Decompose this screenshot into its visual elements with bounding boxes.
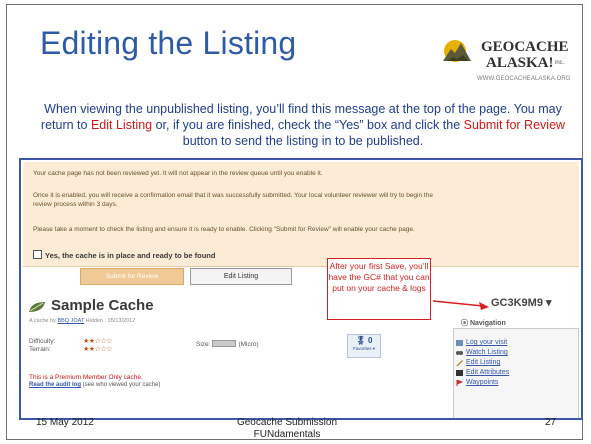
size-row: Size: (Micro): [196, 340, 259, 348]
cache-byline: A cache by BBQ JOAT Hidden : 05/13/2012: [29, 318, 135, 324]
pencil-icon: [456, 360, 463, 366]
footer-center: Geocache Submission FUNdamentals: [217, 417, 357, 441]
size-label: Size:: [196, 341, 211, 348]
intro-part: or, if you are finished, check the “Yes”…: [152, 118, 464, 132]
edit-listing-button[interactable]: Edit Listing: [190, 268, 292, 285]
gc-callout: After your first Save, you’ll have the G…: [327, 258, 431, 320]
unpublished-notice: Your cache page has not been reviewed ye…: [23, 162, 579, 267]
byline-prefix: A cache by: [29, 318, 58, 324]
footer-center-line1: Geocache Submission: [236, 417, 338, 428]
terrain-stars: ★★☆☆☆: [83, 346, 112, 353]
gc-code[interactable]: GC3K9M9 ▾: [491, 296, 552, 309]
notice-line: Your cache page has not been reviewed ye…: [33, 170, 323, 177]
favorites-label: Favorites ▾: [352, 346, 375, 351]
compass-icon: ⓐ: [461, 320, 468, 327]
notice-line: Please take a moment to check the listin…: [33, 226, 415, 233]
nav-edit-listing[interactable]: Edit Listing: [466, 359, 500, 366]
submit-for-review-button[interactable]: Submit for Review: [80, 268, 184, 285]
intro-part: button to send the listing in to be publ…: [182, 134, 424, 148]
nav-waypoints[interactable]: Waypoints: [466, 379, 498, 386]
size-value: (Micro): [238, 341, 259, 348]
logo-line1: GEOCACHE: [481, 39, 569, 55]
page-number: 27: [545, 417, 557, 428]
favorites-count: 🎖 0: [348, 335, 380, 346]
nav-watch-listing[interactable]: Watch Listing: [466, 349, 508, 356]
navigation-heading: ⓐ Navigation: [461, 318, 506, 328]
favorites-button[interactable]: 🎖 0 Favorites ▾: [347, 334, 381, 358]
intro-submit-review: Submit for Review: [463, 118, 566, 132]
ribbon-icon: 🎖: [355, 336, 366, 345]
audit-log-link[interactable]: Read the audit log: [29, 382, 81, 388]
favorites-number: 0: [367, 336, 373, 345]
ready-checkbox-row[interactable]: Yes, the cache is in place and ready to …: [33, 250, 215, 260]
navigation-title: Navigation: [469, 320, 506, 327]
log-icon: [456, 340, 463, 346]
notice-line: review process within 3 days.: [33, 201, 118, 208]
difficulty-stars: ★★☆☆☆: [83, 338, 112, 345]
cache-name: Sample Cache: [51, 297, 154, 314]
nav-edit-attributes[interactable]: Edit Attributes: [466, 369, 509, 376]
ready-checkbox-label: Yes, the cache is in place and ready to …: [45, 251, 216, 260]
premium-notice: This is a Premium Member Only cache.: [29, 374, 143, 381]
binoculars-icon: [456, 351, 463, 355]
ready-checkbox[interactable]: [33, 250, 42, 259]
listing-screenshot: Your cache page has not been reviewed ye…: [19, 158, 583, 420]
traditional-cache-icon: [29, 302, 45, 312]
logo-line2: ALASKA!: [486, 55, 554, 71]
callout-arrow-icon: [433, 300, 489, 310]
difficulty-label: Difficulty:: [29, 338, 56, 345]
owner-link[interactable]: BBQ JOAT: [57, 318, 84, 324]
terrain-label: Terrain:: [29, 346, 51, 353]
hidden-date: Hidden : 05/13/2012: [84, 318, 136, 324]
slide: Editing the Listing GEOCACHE ALASKA! inc…: [6, 4, 583, 440]
waypoint-flag-icon: [456, 380, 463, 386]
footer-center-line2: FUNdamentals: [253, 429, 321, 440]
nav-log-visit[interactable]: Log your visit: [466, 339, 507, 346]
slide-title: Editing the Listing: [40, 25, 297, 61]
navigation-panel: Log your visit Watch Listing Edit Listin…: [453, 328, 579, 418]
audit-note: (see who viewed your cache): [81, 382, 161, 388]
intro-text: When viewing the unpublished listing, yo…: [31, 101, 575, 149]
intro-edit-listing: Edit Listing: [90, 118, 153, 132]
logo-tm: inc.: [555, 60, 565, 66]
logo-url: WWW.GEOCACHEALASKA.ORG: [477, 76, 571, 82]
audit-row: Read the audit log (see who viewed your …: [29, 382, 160, 388]
footer-date: 15 May 2012: [36, 417, 94, 428]
attributes-icon: [456, 370, 463, 376]
notice-line: Once it is enabled, you will receive a c…: [33, 192, 433, 199]
size-bar: [212, 340, 237, 347]
